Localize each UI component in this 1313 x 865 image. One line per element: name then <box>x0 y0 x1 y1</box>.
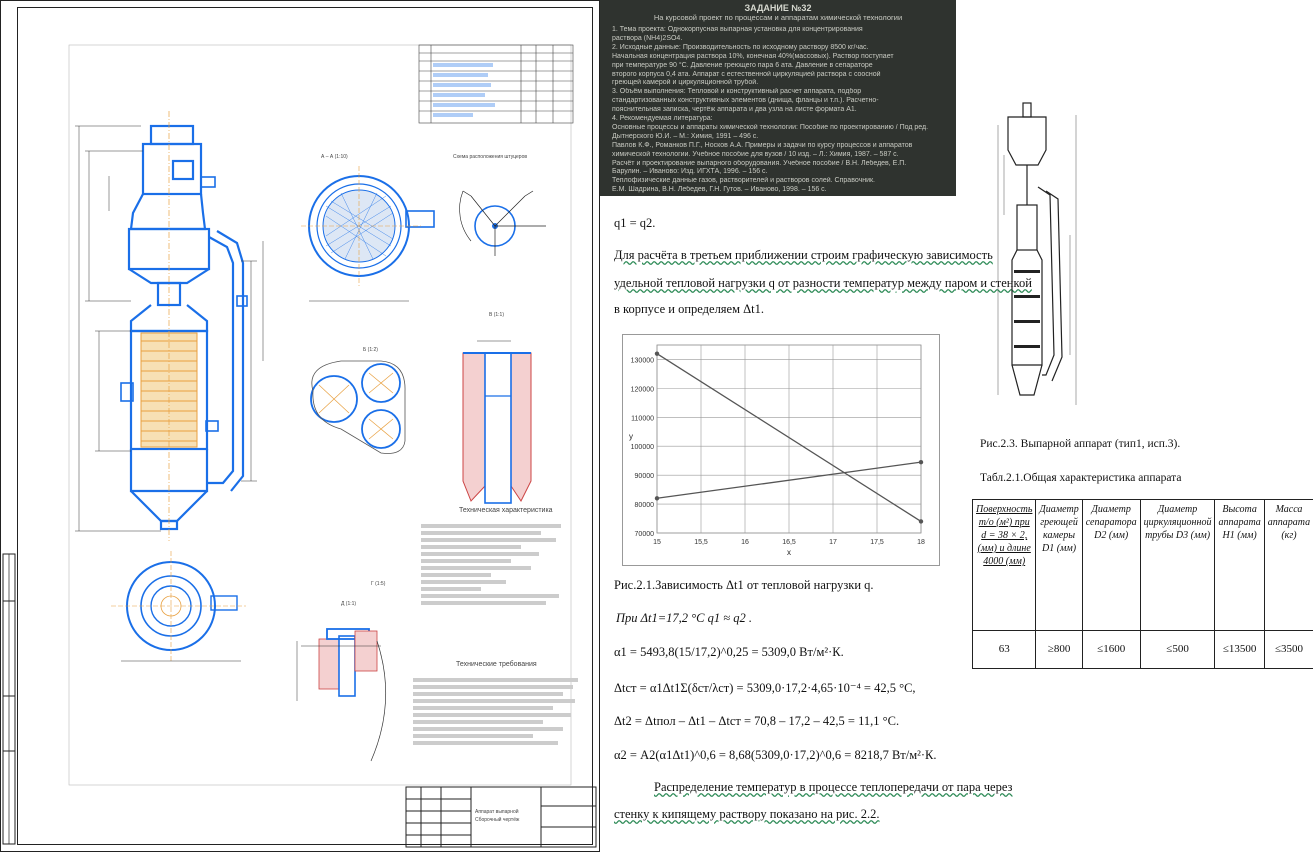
y-tick-label: 120000 <box>631 386 654 393</box>
view-f-label: Д (1:1) <box>341 601 357 607</box>
view-a-label: А – А (1:10) <box>321 154 348 160</box>
paragraph-1-line-1: Для расчёта в третьем приближении строим… <box>614 248 993 262</box>
x-tick-label: 18 <box>917 539 925 546</box>
equation-3: Δtст = α1Δt1Σ(δст/λст) = 5309,0·17,2·4,6… <box>614 681 916 695</box>
stamp-line2: Сборочный чертёж <box>475 817 520 823</box>
series-point <box>654 351 660 356</box>
series-point <box>654 496 660 501</box>
table-header-cell: Диаметр циркуляционной трубы D3 (мм) <box>1139 499 1216 631</box>
photo-text-line: раствора (NH4)2SO4. <box>612 34 683 42</box>
view-c-label: Б (1:2) <box>363 347 378 353</box>
photo-text-line: 3. Объём выполнения: Тепловой и конструк… <box>612 88 862 96</box>
y-tick-label: 90000 <box>635 473 655 480</box>
photo-text-line: Теплофизические данные газов, растворите… <box>612 177 876 185</box>
tech-spec-title: Техническая характеристика <box>459 507 553 514</box>
paragraph-1-line-3: в корпусе и определяем Δt1. <box>614 302 765 316</box>
equation-4: Δt2 = Δtпол – Δt1 – Δtст = 70,8 – 17,2 –… <box>614 714 900 728</box>
photo-text-line: Дытнерского Ю.И. – М.: Химия, 1991 – 496… <box>612 132 759 140</box>
table-2-1-caption: Табл.2.1.Общая характеристика аппарата <box>980 472 1182 484</box>
y-tick-label: 80000 <box>635 502 655 509</box>
x-tick-label: 15 <box>653 539 661 546</box>
photo-text-line: пояснительная записка, чертёж аппарата и… <box>612 106 857 114</box>
x-tick-label: 16 <box>741 539 749 546</box>
apparatus-characteristics-table: Поверхность т/о (м²) при d = 38 × 2, (мм… <box>971 499 1313 670</box>
y-tick-label: 110000 <box>631 415 654 422</box>
view-e-label: Г (1:5) <box>371 581 386 587</box>
photo-title: ЗАДАНИЕ №32 <box>744 3 812 13</box>
series-point <box>918 459 924 465</box>
y-axis-label: y <box>629 432 633 441</box>
photo-text-line: Барулин. – Иваново: Изд. ИГХТА, 1996. – … <box>612 168 768 176</box>
photo-text-line: при температуре 90 °С. Давление греющего… <box>612 61 873 69</box>
x-tick-label: 15,5 <box>694 539 708 546</box>
figure-2-1-caption: Рис.2.1.Зависимость Δt1 от тепловой нагр… <box>614 578 874 592</box>
table-header-cell: Поверхность т/о (м²) при d = 38 × 2, (мм… <box>971 499 1037 631</box>
drawing-sheet: А – А (1:10) Схема расположения штуцеров… <box>0 0 600 852</box>
paragraph-2-line-1: Распределение температур в процессе тепл… <box>654 780 1013 794</box>
table-header-cell: Диаметр сепаратора D2 (мм) <box>1081 499 1141 631</box>
photo-subtitle: На курсовой проект по процессам и аппара… <box>653 13 903 22</box>
y-tick-label: 130000 <box>631 357 654 364</box>
tech-req-title: Технические требования <box>456 661 537 668</box>
table-value-cell: ≤1600 <box>1081 629 1141 670</box>
paragraph-2-line-2: стенку к кипящему раствору показано на р… <box>614 807 880 821</box>
photo-text-line: второго корпуса 0,4 ата. Аппарат с естес… <box>612 70 881 78</box>
figure-2-3-caption: Рис.2.3. Выпарной аппарат (тип1, исп.3). <box>980 438 1181 450</box>
table-value-cell: ≤13500 <box>1214 629 1265 670</box>
photo-text-line: химической технологии. Учебное пособие д… <box>612 150 899 158</box>
view-d-label: В (1:1) <box>489 312 505 318</box>
photo-text-line: стандартизованных конструктивных элемент… <box>612 97 879 105</box>
photo-text-line: Е.М. Шадрина, В.Н. Лебедев, Г.Н. Гутов. … <box>612 186 827 194</box>
paragraph-1-line-2: удельной тепловой нагрузки q от разности… <box>614 276 1032 290</box>
table-header-cell: Диаметр греющей камеры D1 (мм) <box>1035 499 1083 631</box>
photo-text-line: 1. Тема проекта: Однокорпусная выпарная … <box>612 26 863 33</box>
dt-vs-q-chart: 70000 80000 90000 100000 110000 120000 130000 1… <box>629 344 925 557</box>
equation-1: При Δt1=17,2 °С q1 ≈ q2 . <box>616 611 752 625</box>
stamp-line1: Аппарат выпарной <box>475 809 519 815</box>
table-value-cell: ≤3500 <box>1263 629 1313 670</box>
y-tick-label: 100000 <box>631 444 654 451</box>
table-value-cell: 63 <box>971 629 1037 670</box>
x-tick-label: 17 <box>829 539 837 546</box>
photo-text-line: Расчёт и проектирование выпарного оборуд… <box>612 159 907 167</box>
apparatus-figure <box>997 102 1077 405</box>
assignment-photo: ЗАДАНИЕ №32 На курсовой проект по процес… <box>600 0 956 196</box>
photo-text-line: греющей камерой и циркуляционной трубой. <box>612 79 759 87</box>
photo-text-line: 4. Рекомендуемая литература: <box>612 115 713 122</box>
series-point <box>918 519 924 524</box>
y-tick-label: 70000 <box>635 531 655 538</box>
view-b-label: Схема расположения штуцеров <box>453 154 528 160</box>
x-axis-label: x <box>787 548 791 557</box>
photo-text-line: Основные процессы и аппараты химической … <box>612 123 929 131</box>
table-value-cell: ≤500 <box>1139 629 1216 670</box>
equation-2: α1 = 5493,8(15/17,2)^0,25 = 5309,0 Вт/м²… <box>614 645 844 659</box>
tech-spec-text <box>421 521 571 608</box>
equation-q: q1 = q2. <box>614 216 656 230</box>
photo-text-line: Павлов К.Ф., Романков П.Г., Носков А.А. … <box>612 141 913 149</box>
chart-container: 70000 80000 90000 100000 110000 120000 130000 1… <box>622 334 940 566</box>
table-header-cell: Масса аппарата (кг) <box>1263 499 1313 631</box>
x-tick-label: 17,5 <box>870 539 884 546</box>
tech-req-text <box>413 675 583 748</box>
photo-text-line: 2. Исходные данные: Производительность п… <box>612 43 869 51</box>
equation-5: α2 = А2(α1Δt1)^0,6 = 8,68(5309,0·17,2)^0… <box>614 748 937 762</box>
table-value-cell: ≥800 <box>1035 629 1083 670</box>
x-tick-label: 16,5 <box>782 539 796 546</box>
photo-text-line: Начальная концентрация раствора 10%, кон… <box>612 52 894 60</box>
table-header-cell: Высота аппарата H1 (мм) <box>1214 499 1265 631</box>
